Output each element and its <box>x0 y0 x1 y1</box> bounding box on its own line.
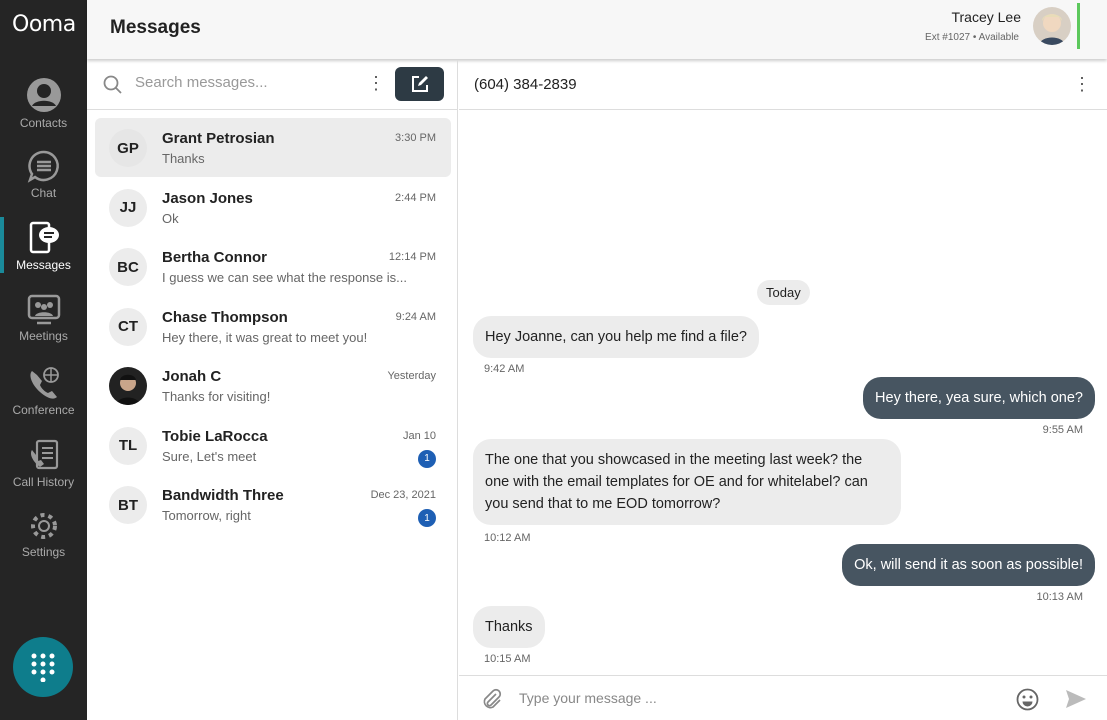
message-composer <box>459 675 1107 720</box>
outgoing-message: Ok, will send it as soon as possible! <box>842 544 1095 586</box>
unread-badge: 1 <box>418 509 436 527</box>
message-preview: I guess we can see what the response is.… <box>162 270 407 285</box>
message-time: Yesterday <box>387 370 436 382</box>
incoming-message: The one that you showcased in the meetin… <box>473 439 901 525</box>
message-preview: Ok <box>162 210 179 226</box>
avatar: BC <box>109 248 147 286</box>
message-timestamp: 10:15 AM <box>484 653 531 665</box>
sidebar-item-label: Settings <box>21 545 66 559</box>
avatar: JJ <box>109 188 147 227</box>
contact-name: Bertha Connor <box>162 249 267 266</box>
conversation-item[interactable]: GP Grant Petrosian Thanks 3:30 PM <box>95 118 451 177</box>
sidebar-item-contacts[interactable]: Contacts <box>0 77 87 130</box>
avatar <box>109 367 147 405</box>
message-time: 3:30 PM <box>395 132 436 144</box>
conversation-item[interactable]: TL Tobie LaRocca Sure, Let's meet Jan 10 1 <box>95 416 451 475</box>
message-timestamp: 9:42 AM <box>484 363 525 375</box>
status-indicator <box>1077 3 1080 49</box>
message-timestamp: 10:13 AM <box>1036 591 1083 603</box>
message-time: 12:14 PM <box>388 251 436 263</box>
message-preview: Tomorrow, right <box>162 508 251 523</box>
sidebar-item-meetings[interactable]: Meetings <box>0 294 87 343</box>
more-options-icon[interactable]: ⋮ <box>367 74 385 92</box>
search-input[interactable] <box>135 74 355 91</box>
user-status: Ext #1027 • Available <box>925 32 1019 43</box>
contact-name: Jonah C <box>162 368 222 385</box>
chat-phone-number: (604) 384-2839 <box>474 76 577 93</box>
message-preview: Thanks for visiting! <box>162 389 271 404</box>
user-ext: Ext #1027 <box>925 32 971 43</box>
avatar[interactable] <box>1033 7 1071 45</box>
conversation-item[interactable]: BT Bandwidth Three Tomorrow, right Dec 23… <box>95 475 451 534</box>
conversation-item[interactable]: JJ Jason Jones Ok 2:44 PM <box>95 178 451 237</box>
message-time: Dec 23, 2021 <box>370 489 436 501</box>
dialpad-button[interactable] <box>13 637 73 697</box>
sidebar-item-call-history[interactable]: Call History <box>0 438 87 489</box>
sidebar-item-label: Conference <box>12 403 75 417</box>
sidebar-item-label: Chat <box>30 186 57 200</box>
chat-panel: (604) 384-2839 ⋮ Today Hey Joanne, can y… <box>459 60 1107 720</box>
unread-badge: 1 <box>418 449 436 468</box>
message-time: Jan 10 <box>402 429 436 442</box>
message-input[interactable] <box>519 690 919 706</box>
conversation-list: ⋮ GP Grant Petrosian Thanks 3:30 PM JJ Jaso… <box>87 60 458 720</box>
call-history-icon <box>30 439 58 470</box>
message-preview: Thanks <box>162 151 205 166</box>
sidebar-item-label: Contacts <box>19 116 68 130</box>
incoming-message: Thanks <box>473 606 545 648</box>
incoming-message: Hey Joanne, can you help me find a file? <box>473 316 759 358</box>
compose-icon <box>411 76 428 92</box>
conversation-item[interactable]: CT Chase Thompson Hey there, it was great… <box>95 297 451 356</box>
avatar: TL <box>109 426 147 465</box>
chat-header: (604) 384-2839 ⋮ <box>459 60 1107 110</box>
search-bar: ⋮ <box>87 60 457 110</box>
messages-icon <box>29 221 59 254</box>
gear-icon <box>30 513 57 539</box>
conversation-item[interactable]: Jonah C Thanks for visiting! Yesterday <box>95 356 451 415</box>
message-preview: Sure, Let's meet <box>162 448 257 464</box>
search-icon <box>103 75 122 94</box>
chat-icon <box>27 150 59 183</box>
meetings-icon <box>27 294 60 325</box>
conference-icon <box>29 367 59 399</box>
sidebar-item-messages[interactable]: Messages <box>0 217 87 273</box>
sidebar: Ooma Contacts Chat Messages Meetings Con… <box>0 0 87 720</box>
avatar: GP <box>109 129 147 167</box>
message-time: 2:44 PM <box>395 191 436 204</box>
avatar: BT <box>109 486 147 524</box>
compose-button[interactable] <box>395 67 444 101</box>
message-timestamp: 9:55 AM <box>1042 424 1083 436</box>
sidebar-item-label: Messages <box>16 258 71 272</box>
attachment-icon[interactable] <box>481 688 503 710</box>
sidebar-item-label: Call History <box>12 475 75 489</box>
emoji-icon[interactable] <box>1016 688 1039 711</box>
send-icon[interactable] <box>1065 689 1087 709</box>
sidebar-item-conference[interactable]: Conference <box>0 366 87 417</box>
outgoing-message: Hey there, yea sure, which one? <box>863 377 1095 419</box>
contact-name: Chase Thompson <box>162 308 288 326</box>
chat-options-icon[interactable]: ⋮ <box>1073 75 1091 93</box>
dialpad-icon <box>31 653 55 682</box>
contact-name: Grant Petrosian <box>162 130 275 147</box>
contact-icon <box>26 78 61 112</box>
contact-name: Tobie LaRocca <box>162 427 268 445</box>
ooma-logo: Ooma <box>12 12 76 37</box>
page-title: Messages <box>110 17 201 38</box>
user-name: Tracey Lee <box>951 9 1021 25</box>
contact-name: Jason Jones <box>162 189 253 207</box>
header: Messages Tracey Lee Ext #1027 • Availabl… <box>87 0 1107 59</box>
date-separator: Today <box>757 280 810 305</box>
conversation-item[interactable]: BC Bertha Connor I guess we can see what … <box>95 237 451 296</box>
sidebar-item-settings[interactable]: Settings <box>0 510 87 559</box>
user-availability: Available <box>978 32 1019 43</box>
message-preview: Hey there, it was great to meet you! <box>162 329 368 345</box>
sidebar-item-label: Meetings <box>19 329 68 343</box>
sidebar-item-chat[interactable]: Chat <box>0 149 87 200</box>
contact-name: Bandwidth Three <box>162 487 284 504</box>
message-time: 9:24 AM <box>395 310 436 323</box>
avatar: CT <box>109 307 147 346</box>
message-timestamp: 10:12 AM <box>484 532 531 544</box>
